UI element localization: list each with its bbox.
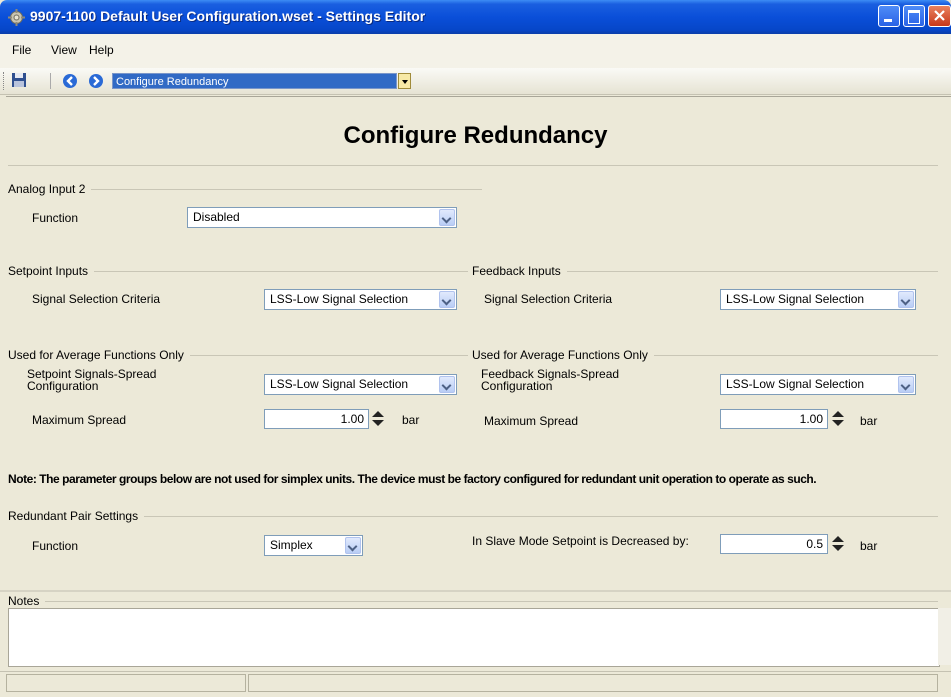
analog-function-value: Disabled: [193, 210, 240, 224]
setpoint-max-spread-label: Maximum Spread: [32, 413, 127, 427]
note-text: Note: The parameter groups below are not…: [8, 472, 817, 486]
back-icon[interactable]: [62, 73, 78, 89]
setpoint-criteria-select[interactable]: LSS-Low Signal Selection: [264, 289, 457, 310]
maximize-button[interactable]: [903, 5, 925, 27]
setpoint-spread-value: LSS-Low Signal Selection: [270, 377, 409, 391]
group-avg-setpoint: Used for Average Functions Only: [8, 348, 190, 362]
redundant-function-value: Simplex: [270, 538, 313, 552]
forward-icon[interactable]: [88, 73, 104, 89]
chevron-down-icon[interactable]: [439, 209, 455, 226]
setpoint-criteria-value: LSS-Low Signal Selection: [270, 292, 409, 306]
feedback-criteria-select[interactable]: LSS-Low Signal Selection: [720, 289, 916, 310]
feedback-max-spread-label: Maximum Spread: [484, 414, 579, 428]
setpoint-max-spread-input[interactable]: 1.00: [264, 409, 369, 429]
chevron-down-icon[interactable]: [898, 291, 914, 308]
slave-mode-label: In Slave Mode Setpoint is Decreased by:: [472, 534, 689, 548]
window-title: 9907-1100 Default User Configuration.wse…: [30, 8, 426, 24]
toolbar-grip[interactable]: [3, 72, 6, 90]
chevron-down-icon[interactable]: [898, 376, 914, 393]
menu-bar: [0, 34, 951, 68]
redundant-function-select[interactable]: Simplex: [264, 535, 363, 556]
feedback-spread-value: LSS-Low Signal Selection: [726, 377, 865, 391]
feedback-spread-select[interactable]: LSS-Low Signal Selection: [720, 374, 916, 395]
notes-label: Notes: [8, 594, 46, 608]
setpoint-spread-select[interactable]: LSS-Low Signal Selection: [264, 374, 457, 395]
analog-function-select[interactable]: Disabled: [187, 207, 457, 228]
divider: [8, 165, 938, 166]
feedback-max-spread-input[interactable]: 1.00: [720, 409, 828, 429]
settings-panel: [6, 96, 951, 592]
analog-function-label: Function: [32, 211, 79, 225]
setpoint-criteria-label: Signal Selection Criteria: [32, 292, 161, 306]
group-avg-feedback: Used for Average Functions Only: [472, 348, 654, 362]
group-line: [8, 516, 938, 517]
unit-label: bar: [402, 413, 420, 427]
chevron-down-icon[interactable]: [345, 537, 361, 554]
menu-help[interactable]: Help: [89, 43, 114, 57]
spinner-icon[interactable]: [830, 534, 848, 554]
status-panel-left: [6, 674, 246, 692]
feedback-criteria-label: Signal Selection Criteria: [484, 292, 613, 306]
unit-label: bar: [860, 539, 878, 553]
save-icon[interactable]: [11, 72, 27, 88]
page-select[interactable]: Configure Redundancy: [112, 73, 397, 89]
feedback-criteria-value: LSS-Low Signal Selection: [726, 292, 865, 306]
feedback-spread-label: Feedback Signals-Spread Configuration: [481, 367, 620, 393]
page-select-dropdown-button[interactable]: [398, 73, 411, 89]
redundant-function-label: Function: [32, 539, 79, 553]
setpoint-spread-label: Setpoint Signals-Spread Configuration: [27, 367, 157, 393]
toolbar-separator: [50, 73, 51, 89]
splitter[interactable]: [0, 590, 951, 592]
chevron-down-icon[interactable]: [439, 291, 455, 308]
app-icon: [8, 9, 25, 26]
group-analog-input-2: Analog Input 2: [8, 182, 92, 196]
slave-mode-input[interactable]: 0.5: [720, 534, 828, 554]
page-title: Configure Redundancy: [343, 122, 608, 149]
chevron-down-icon[interactable]: [439, 376, 455, 393]
close-button[interactable]: [928, 5, 951, 27]
minimize-button[interactable]: [878, 5, 900, 27]
unit-label: bar: [860, 414, 878, 428]
notes-scrollbar[interactable]: [938, 608, 951, 665]
group-feedback-inputs: Feedback Inputs: [472, 264, 567, 278]
menu-view[interactable]: View: [51, 43, 77, 57]
status-panel-right: [248, 674, 938, 692]
group-line: [8, 601, 938, 602]
spinner-icon[interactable]: [830, 409, 848, 429]
notes-textarea[interactable]: [8, 608, 940, 667]
spinner-icon[interactable]: [370, 409, 388, 429]
menu-file[interactable]: File: [12, 43, 31, 57]
group-redundant-pair: Redundant Pair Settings: [8, 509, 145, 523]
group-setpoint-inputs: Setpoint Inputs: [8, 264, 95, 278]
